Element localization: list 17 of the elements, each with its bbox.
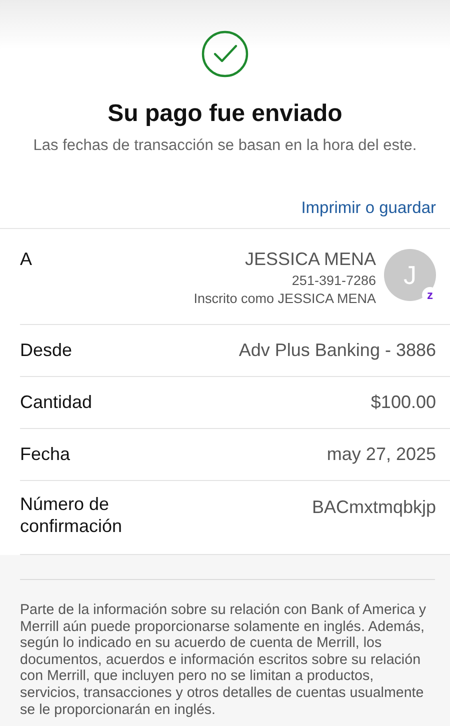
field-value: Adv Plus Banking - 3886 xyxy=(238,340,436,361)
success-check-icon xyxy=(201,30,249,78)
page-title: Su pago fue enviado xyxy=(108,100,342,128)
recipient-name: JESSICA MENA xyxy=(244,249,376,270)
enrolled-note: Inscrito como JESSICA MENA xyxy=(194,291,376,306)
recipient-phone: 251-391-7286 xyxy=(292,273,376,288)
field-label: Cantidad xyxy=(20,392,92,413)
field-label: Desde xyxy=(20,340,72,361)
field-label: A xyxy=(20,249,32,270)
field-label: Fecha xyxy=(20,444,70,465)
field-value: may 27, 2025 xyxy=(326,444,436,465)
field-value: $100.00 xyxy=(370,392,436,413)
disclaimer-text: Parte de la información sobre su relación con Bank of America y Merrill aún puede proporcionarse solamente en inglés. Además, según lo indicado en su acuerdo de cuenta de Merrill, los documentos, acuerdos e información escritos sobre su relación con Merrill, que incluyen pero no se limitan a productos, servicios, transacciones y otros detalles de cuentas usualmente se le proporcionarán en inglés. xyxy=(20,602,428,718)
print-save-link[interactable]: Imprimir o guardar xyxy=(301,199,436,218)
field-value: BACmxtmqbkjp xyxy=(312,496,436,518)
field-label: Número de confirmación xyxy=(20,493,124,537)
subtitle: Las fechas de transacción se basan en la hora del este. xyxy=(33,137,417,155)
